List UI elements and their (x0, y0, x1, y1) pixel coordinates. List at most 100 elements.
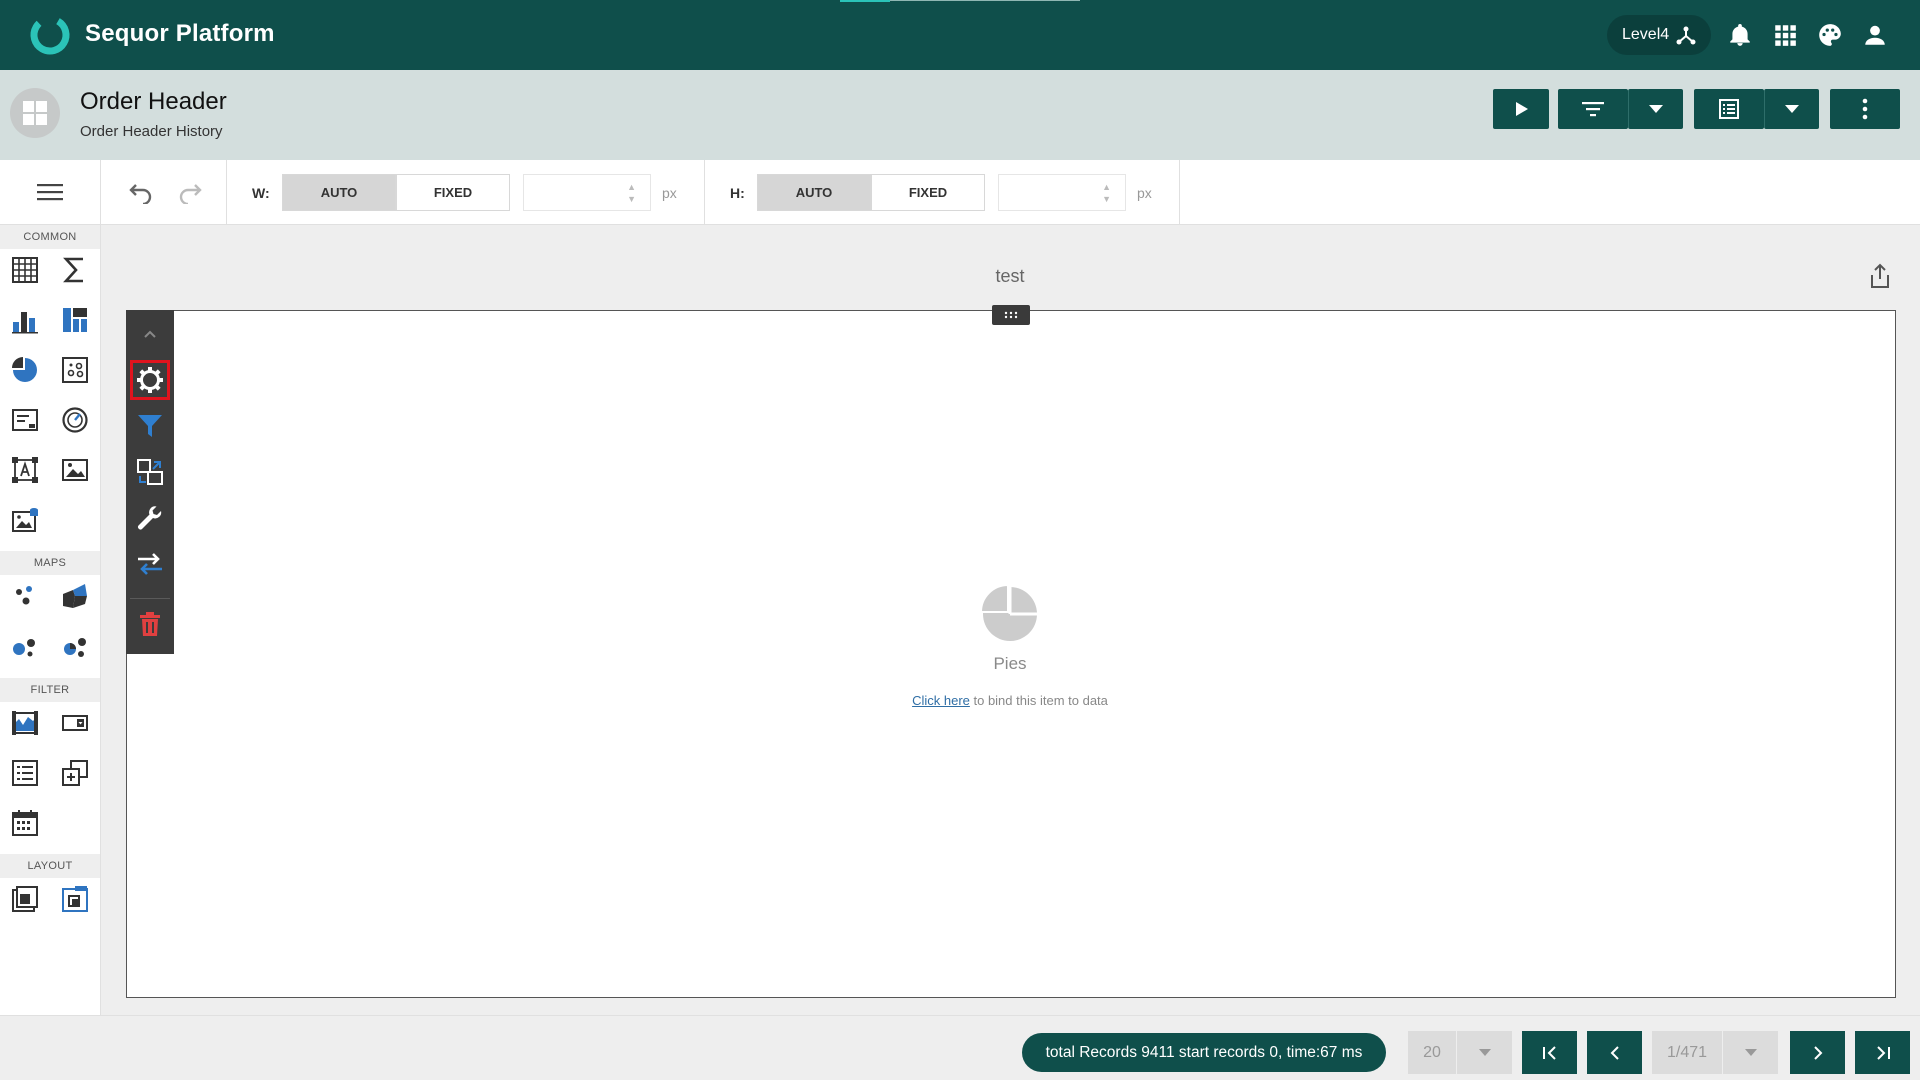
height-fixed-toggle[interactable]: FIXED (871, 174, 985, 211)
first-page-icon (1542, 1045, 1556, 1060)
view-dropdown-button[interactable] (1764, 89, 1819, 129)
tab-container-icon[interactable] (60, 884, 90, 914)
wrench-icon (138, 506, 162, 530)
item-side-toolbar (126, 310, 174, 654)
brand-name[interactable]: Sequor Platform (85, 20, 275, 48)
width-auto-toggle[interactable]: AUTO (282, 174, 396, 211)
filter-dropdown-button[interactable] (1628, 89, 1683, 129)
filter-settings-button[interactable] (130, 406, 170, 446)
last-page-button[interactable] (1855, 1031, 1910, 1074)
collapse-toolbar-button[interactable] (130, 314, 170, 354)
redo-icon[interactable] (177, 180, 203, 204)
trash-icon (140, 612, 160, 636)
bar-chart-icon[interactable] (10, 305, 40, 335)
group-item-icon[interactable] (10, 884, 40, 914)
sigma-card-icon[interactable] (60, 255, 90, 285)
page-size-value[interactable]: 20 (1408, 1031, 1456, 1074)
designer-toolbar: W: AUTO FIXED ▲ ▼ px H: AUTO FIXED ▲ ▼ px (0, 160, 1920, 225)
page-indicator[interactable]: 1/471 (1652, 1031, 1722, 1074)
first-page-button[interactable] (1522, 1031, 1577, 1074)
palette-section-filter: FILTER (0, 678, 100, 702)
chevron-up-icon (144, 330, 156, 338)
geo-point-map-icon[interactable] (10, 581, 40, 611)
bound-image-icon[interactable] (10, 505, 40, 535)
next-page-button[interactable] (1790, 1031, 1845, 1074)
palette-icon[interactable] (1817, 22, 1843, 48)
height-value-input[interactable]: ▲ ▼ (998, 174, 1126, 211)
filter-lines-icon (1582, 102, 1604, 117)
more-options-button[interactable] (1830, 89, 1900, 129)
apps-grid-icon[interactable] (1772, 22, 1798, 48)
previous-page-button[interactable] (1587, 1031, 1642, 1074)
dashboard-tiles-icon (23, 101, 47, 125)
gauge-icon[interactable] (60, 405, 90, 435)
page-subtitle: Order Header History (80, 123, 223, 140)
item-palette: COMMON MAPS FILTER LAYOUT (0, 225, 101, 1015)
height-auto-toggle[interactable]: AUTO (757, 174, 871, 211)
grid-item-icon[interactable] (10, 255, 40, 285)
bind-hint-text: to bind this item to data (969, 693, 1108, 708)
last-page-icon (1876, 1045, 1890, 1060)
funnel-icon (138, 415, 162, 437)
treemap-icon[interactable] (60, 305, 90, 335)
settings-button[interactable] (130, 360, 170, 400)
text-card-icon[interactable] (10, 405, 40, 435)
pie-placeholder-icon (979, 583, 1037, 641)
convert-item-button[interactable] (130, 452, 170, 492)
data-shaping-button[interactable] (130, 498, 170, 538)
dashboard-avatar (10, 88, 60, 138)
export-icon[interactable] (1868, 263, 1892, 289)
unbound-placeholder: Pies Click here to bind this item to dat… (900, 583, 1120, 710)
page-size-dropdown[interactable] (1457, 1031, 1512, 1074)
gear-icon (137, 367, 163, 393)
width-fixed-toggle[interactable]: FIXED (396, 174, 510, 211)
view-button[interactable] (1694, 89, 1764, 129)
bubble-map-icon[interactable] (10, 631, 40, 661)
filter-button[interactable] (1558, 89, 1628, 129)
top-bar: Sequor Platform Level4 (0, 0, 1920, 70)
level-selector[interactable]: Level4 (1607, 15, 1711, 55)
stepper-arrows-icon[interactable]: ▲ ▼ (627, 181, 636, 205)
records-status: total Records 9411 start records 0, time… (1022, 1033, 1386, 1072)
chevron-left-icon (1610, 1045, 1619, 1060)
more-vertical-icon (1862, 98, 1868, 120)
loading-progress (840, 0, 1080, 2)
range-filter-icon[interactable] (10, 708, 40, 738)
width-value-input[interactable]: ▲ ▼ (523, 174, 651, 211)
caret-down-icon (1744, 1049, 1757, 1056)
page-title: Order Header (80, 88, 227, 115)
drag-handle[interactable] (992, 305, 1030, 325)
pie-chart-icon[interactable] (10, 355, 40, 385)
delete-item-button[interactable] (130, 604, 170, 644)
bind-hint: Click here to bind this item to data (900, 692, 1120, 710)
stepper-arrows-icon[interactable]: ▲ ▼ (1102, 181, 1111, 205)
run-button[interactable] (1493, 89, 1549, 129)
hierarchy-icon (1676, 26, 1696, 45)
choropleth-map-icon[interactable] (60, 581, 90, 611)
hamburger-menu-icon[interactable] (37, 182, 63, 202)
date-filter-icon[interactable] (10, 808, 40, 838)
dashboard-item-title[interactable]: test (960, 266, 1060, 287)
bind-data-link[interactable]: Click here (912, 693, 970, 708)
text-box-icon[interactable] (10, 455, 40, 485)
caret-down-icon (1649, 105, 1663, 113)
tree-view-filter-icon[interactable] (60, 758, 90, 788)
bell-icon[interactable] (1727, 22, 1753, 48)
undo-icon[interactable] (128, 180, 154, 204)
interactivity-button[interactable] (130, 544, 170, 584)
placeholder-item-type: Pies (993, 654, 1027, 673)
caret-down-icon (1478, 1049, 1491, 1056)
image-item-icon[interactable] (60, 455, 90, 485)
combo-box-filter-icon[interactable] (60, 708, 90, 738)
height-unit: px (1137, 185, 1152, 201)
page-header: Order Header Order Header History (0, 70, 1920, 160)
convert-icon (137, 459, 163, 485)
list-box-filter-icon[interactable] (10, 758, 40, 788)
play-icon (1516, 102, 1528, 116)
pie-map-icon[interactable] (60, 631, 90, 661)
user-account-icon[interactable] (1862, 22, 1888, 48)
scatter-chart-icon[interactable] (60, 355, 90, 385)
chevron-right-icon (1813, 1045, 1822, 1060)
list-view-icon (1719, 99, 1739, 119)
page-jump-dropdown[interactable] (1723, 1031, 1778, 1074)
